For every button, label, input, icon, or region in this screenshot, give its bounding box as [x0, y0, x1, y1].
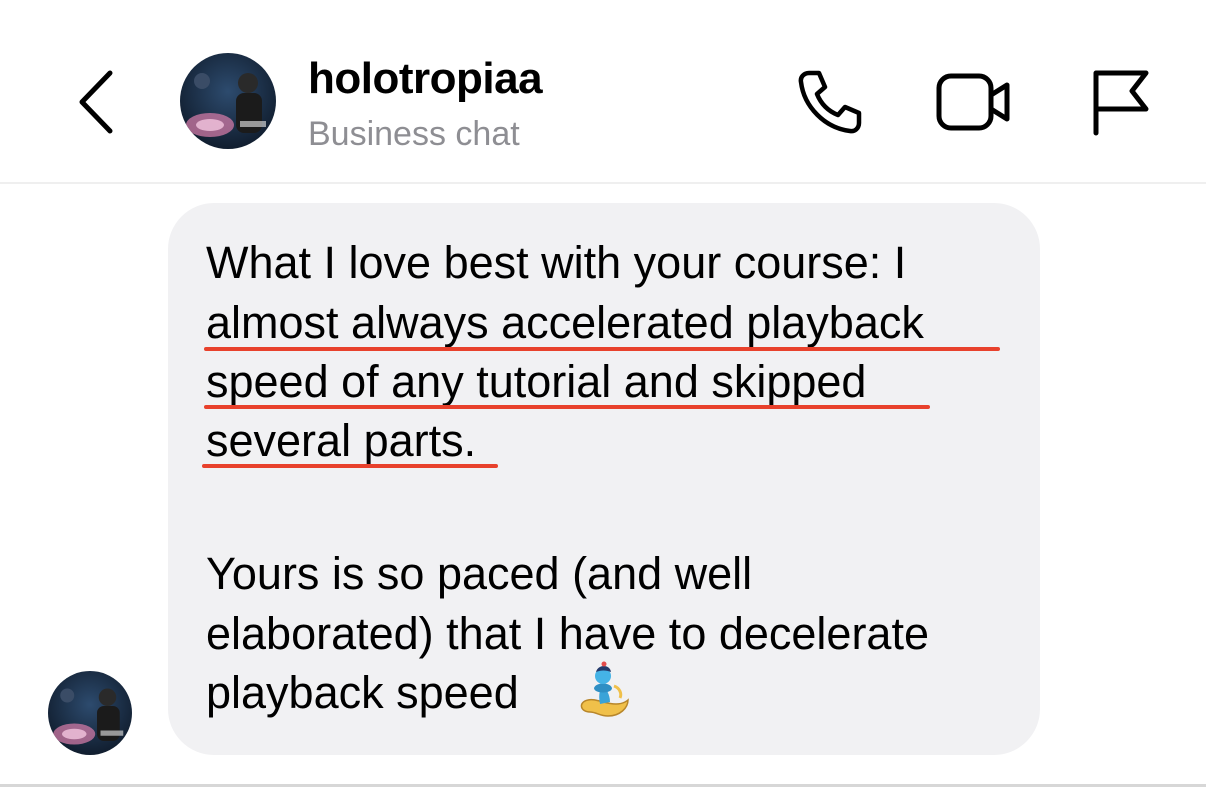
chevron-left-icon: [79, 70, 113, 134]
phone-icon: [798, 70, 862, 134]
chat-subtitle: Business chat: [308, 115, 520, 153]
chat-header: holotropiaa Business chat: [0, 0, 1206, 184]
chat-username[interactable]: holotropiaa: [308, 52, 543, 106]
message-line: several parts.: [206, 415, 477, 466]
back-button[interactable]: [68, 64, 124, 140]
video-call-button[interactable]: [934, 62, 1014, 142]
message-line: elaborated) that I have to decelerate: [206, 608, 929, 659]
message-line: playback speed: [206, 667, 519, 718]
message-line: almost always accelerated playback: [206, 297, 924, 348]
flag-icon: [1093, 70, 1149, 136]
video-camera-icon: [936, 73, 1010, 131]
message-line: Yours is so paced (and well: [206, 548, 753, 599]
message-line: speed of any tutorial and skipped: [206, 356, 867, 407]
report-button[interactable]: [1080, 62, 1160, 142]
genie-emoji: [580, 661, 629, 717]
highlight-underline: [204, 405, 930, 409]
avatar[interactable]: [180, 53, 276, 149]
call-button[interactable]: [790, 62, 870, 142]
message-line: What I love best with your course: I: [206, 237, 907, 288]
highlight-underline: [202, 464, 498, 468]
sender-avatar[interactable]: [48, 671, 132, 755]
highlight-underline: [204, 347, 1000, 351]
